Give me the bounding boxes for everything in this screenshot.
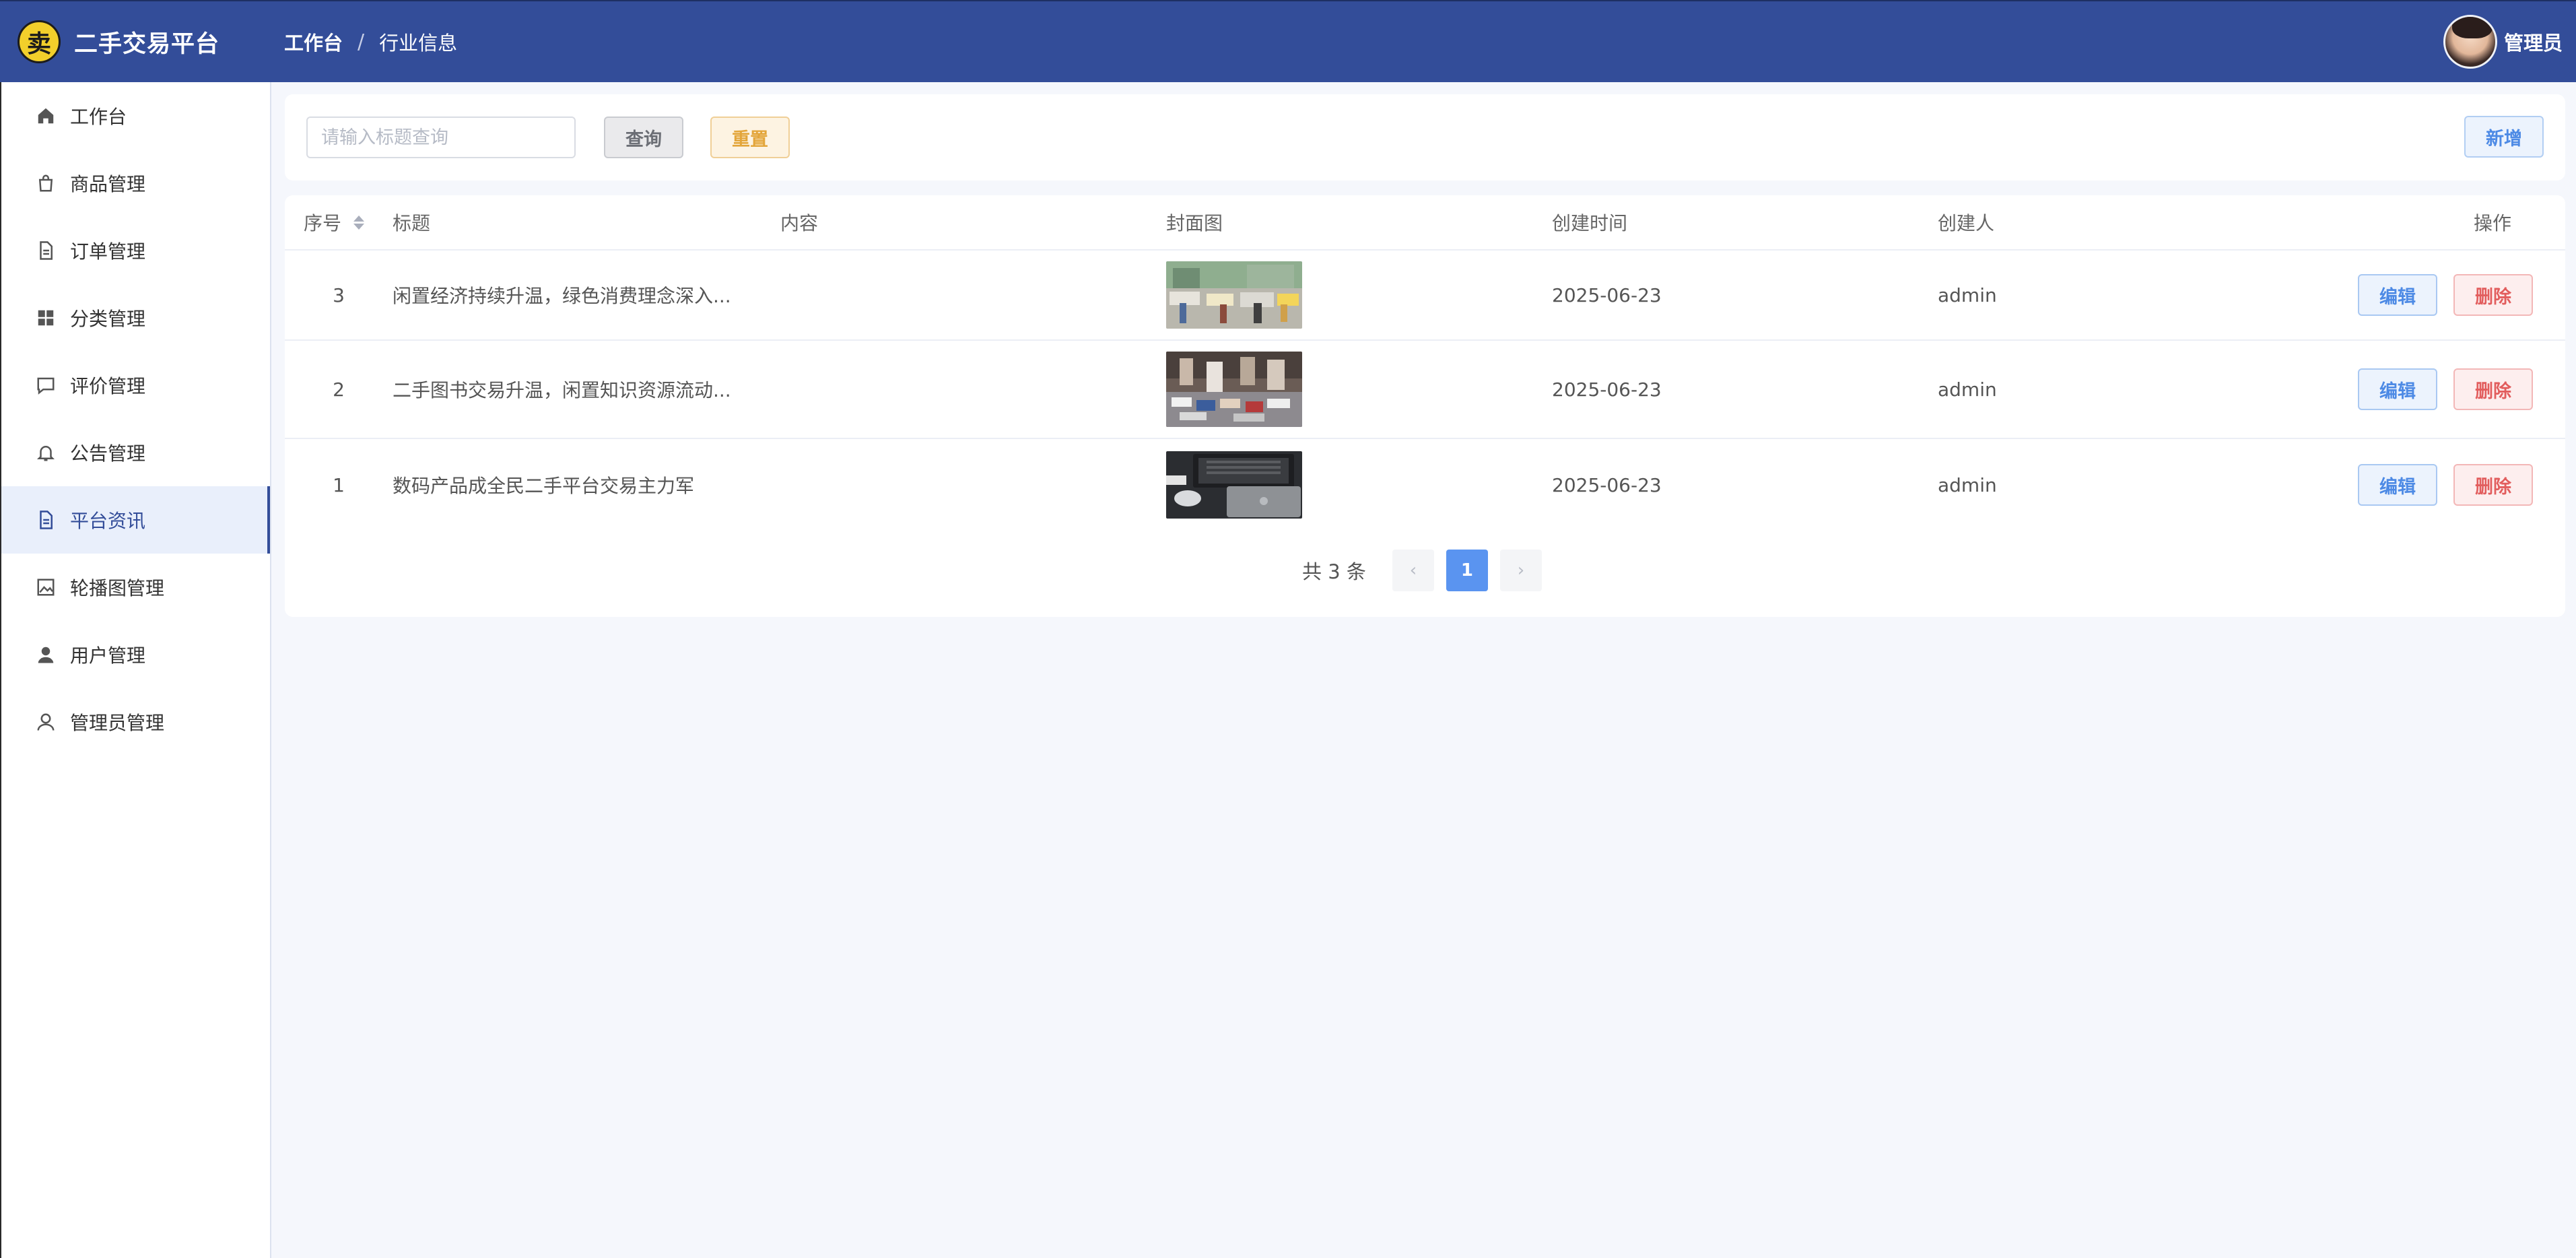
grid-icon (35, 307, 57, 329)
sidebar-item-users[interactable]: 用户管理 (1, 621, 270, 688)
row-index: 1 (333, 473, 345, 496)
row-created-at: 2025-06-23 (1552, 473, 1662, 496)
row-created-at: 2025-06-23 (1552, 284, 1662, 306)
row-creator: admin (1938, 378, 1997, 401)
app-logo: 卖 (18, 20, 61, 63)
column-header-cover: 封面图 (1166, 212, 1223, 234)
home-icon (35, 105, 57, 127)
breadcrumb-separator: / (358, 30, 365, 54)
row-cover (1166, 352, 1552, 427)
add-button[interactable]: 新增 (2464, 116, 2544, 158)
sidebar-item-label: 管理员管理 (70, 712, 165, 734)
row-actions: 编辑 删除 (2324, 464, 2565, 506)
sidebar-item-label: 轮播图管理 (70, 577, 165, 599)
sidebar-item-label: 评价管理 (70, 375, 146, 397)
logo-char: 卖 (26, 30, 51, 58)
user-outline-icon (35, 711, 57, 733)
sidebar-item-workbench[interactable]: 工作台 (1, 82, 270, 150)
sidebar-item-admins[interactable]: 管理员管理 (1, 688, 270, 756)
table-header: 序号 标题 内容 封面图 创建时间 创建人 操作 (285, 195, 2565, 251)
sidebar-item-carousel[interactable]: 轮播图管理 (1, 554, 270, 621)
row-actions: 编辑 删除 (2324, 274, 2565, 316)
page-number-button[interactable]: 1 (1446, 550, 1488, 591)
delete-button[interactable]: 删除 (2453, 368, 2533, 410)
chat-bubble-icon (35, 374, 57, 396)
search-bar: 查询 重置 新增 (285, 94, 2565, 180)
breadcrumb: 工作台 / 行业信息 (284, 28, 457, 56)
news-table: 序号 标题 内容 封面图 创建时间 创建人 操作 3 闲置经济持续升温，绿色消费… (285, 195, 2565, 617)
sidebar-item-orders[interactable]: 订单管理 (1, 217, 270, 284)
main-content: 查询 重置 新增 序号 标题 内容 封面图 创建时间 创建人 操作 3 闲置经济… (271, 82, 2576, 1258)
column-header-actions: 操作 (2473, 212, 2511, 234)
chevron-left-icon: ‹ (1409, 560, 1417, 581)
document-icon (35, 509, 57, 531)
user-filled-icon (35, 644, 57, 665)
avatar[interactable] (2443, 15, 2497, 69)
row-cover (1166, 261, 1552, 329)
top-header: 卖 二手交易平台 工作台 / 行业信息 管理员 (0, 0, 2576, 82)
user-menu[interactable]: 管理员 (2443, 15, 2563, 69)
row-creator: admin (1938, 473, 1997, 496)
edit-button[interactable]: 编辑 (2358, 368, 2437, 410)
sidebar-item-news[interactable]: 平台资讯 (1, 486, 270, 554)
breadcrumb-root[interactable]: 工作台 (284, 28, 343, 56)
row-title: 数码产品成全民二手平台交易主力军 (393, 475, 695, 497)
sidebar-item-label: 公告管理 (70, 442, 146, 465)
app-title: 二手交易平台 (74, 30, 220, 58)
sidebar-item-label: 平台资讯 (70, 510, 146, 532)
sidebar-item-label: 商品管理 (70, 173, 146, 195)
column-header-title: 标题 (393, 212, 431, 234)
column-header-index[interactable]: 序号 (285, 209, 393, 236)
column-header-created-at: 创建时间 (1552, 212, 1628, 234)
sort-icon[interactable] (353, 215, 365, 230)
query-button[interactable]: 查询 (604, 117, 683, 158)
shopping-bag-icon (35, 172, 57, 194)
pagination-total: 共 3 条 (1302, 560, 1366, 583)
sidebar-item-goods[interactable]: 商品管理 (1, 150, 270, 217)
row-creator: admin (1938, 284, 1997, 306)
prev-page-button[interactable]: ‹ (1392, 550, 1434, 591)
user-name[interactable]: 管理员 (2504, 28, 2563, 56)
reset-button[interactable]: 重置 (710, 117, 790, 158)
table-row: 1 数码产品成全民二手平台交易主力军 2025-06-23 admin 编辑 删… (285, 439, 2565, 531)
document-icon (35, 240, 57, 261)
sidebar-item-announcements[interactable]: 公告管理 (1, 419, 270, 486)
table-row: 3 闲置经济持续升温，绿色消费理念深入... 2025-06-23 admin … (285, 251, 2565, 341)
cover-thumbnail[interactable] (1166, 261, 1302, 329)
sidebar-item-label: 分类管理 (70, 308, 146, 330)
chevron-right-icon: › (1517, 560, 1525, 581)
row-title: 闲置经济持续升温，绿色消费理念深入... (393, 285, 731, 307)
edit-button[interactable]: 编辑 (2358, 274, 2437, 316)
title-search-input[interactable] (306, 117, 576, 158)
sidebar-item-label: 工作台 (70, 106, 127, 128)
table-row: 2 二手图书交易升温，闲置知识资源流动... 2025-06-23 admin … (285, 341, 2565, 439)
breadcrumb-current: 行业信息 (379, 32, 458, 55)
cover-thumbnail[interactable] (1166, 451, 1302, 519)
sidebar-item-categories[interactable]: 分类管理 (1, 284, 270, 352)
image-icon (35, 576, 57, 598)
sidebar-item-label: 订单管理 (70, 240, 146, 263)
row-index: 2 (333, 378, 345, 401)
sidebar-item-label: 用户管理 (70, 644, 146, 667)
next-page-button[interactable]: › (1499, 550, 1542, 591)
row-actions: 编辑 删除 (2324, 368, 2565, 410)
pagination: 共 3 条 ‹ 1 › (285, 547, 2565, 594)
edit-button[interactable]: 编辑 (2358, 464, 2437, 506)
row-title: 二手图书交易升温，闲置知识资源流动... (393, 379, 731, 401)
column-header-creator: 创建人 (1938, 212, 1995, 234)
row-index: 3 (333, 284, 345, 306)
row-created-at: 2025-06-23 (1552, 378, 1662, 401)
cover-thumbnail[interactable] (1166, 352, 1302, 427)
logo-area[interactable]: 卖 二手交易平台 (0, 20, 269, 63)
row-cover (1166, 451, 1552, 519)
sidebar-item-reviews[interactable]: 评价管理 (1, 352, 270, 419)
column-header-content: 内容 (780, 212, 819, 234)
sidebar: 工作台 商品管理 订单管理 分类管理 评价管理 公告管理 平台资讯 轮播图管理 … (0, 82, 271, 1258)
delete-button[interactable]: 删除 (2453, 464, 2533, 506)
bell-icon (35, 442, 57, 463)
delete-button[interactable]: 删除 (2453, 274, 2533, 316)
